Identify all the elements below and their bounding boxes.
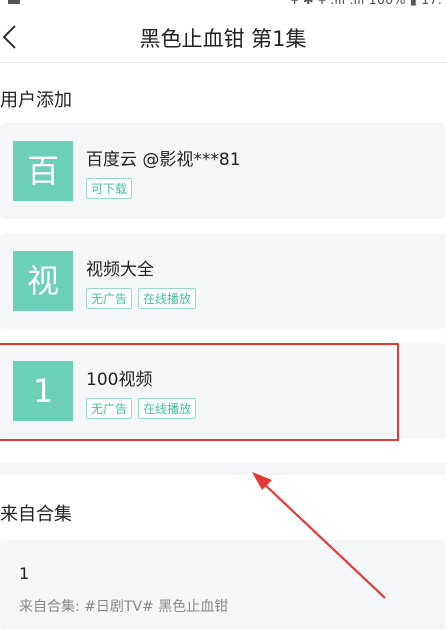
- tag-no-ads: 无广告: [86, 398, 133, 419]
- section-title-collection: 来自合集: [0, 504, 72, 525]
- section-title-user-added: 用户添加: [0, 90, 72, 111]
- source-name: 100视频: [86, 370, 153, 390]
- status-left-icon: [8, 0, 20, 4]
- header-bar: 黑色止血钳 第1集: [0, 12, 446, 62]
- source-name: 视频大全: [86, 260, 154, 280]
- tag-no-ads: 无广告: [86, 288, 133, 309]
- tag-downloadable: 可下载: [86, 178, 133, 199]
- section-divider: [0, 463, 446, 475]
- source-badge: 百: [13, 141, 73, 201]
- collection-item[interactable]: 1 来自合集: #日剧TV# 黑色止血钳: [0, 540, 446, 630]
- collection-subtitle: 来自合集: #日剧TV# 黑色止血钳: [19, 599, 229, 615]
- status-indicators: ¥ ✱ ¥ .ıll .ıll 100% ▮ 17:: [290, 0, 442, 8]
- tag-online-play: 在线播放: [138, 398, 197, 419]
- source-tags: 无广告 在线播放: [86, 398, 202, 419]
- source-badge: 1: [13, 361, 73, 421]
- tag-online-play: 在线播放: [138, 288, 197, 309]
- source-tags: 可下载: [86, 178, 138, 199]
- status-bar: ¥ ✱ ¥ .ıll .ıll 100% ▮ 17:: [0, 0, 446, 12]
- source-tags: 无广告 在线播放: [86, 288, 202, 309]
- collection-episode: 1: [19, 564, 30, 583]
- source-badge: 视: [13, 251, 73, 311]
- source-card-baiduyun[interactable]: 百 百度云 @影视***81 可下载: [0, 123, 446, 219]
- page-title: 黑色止血钳 第1集: [139, 27, 307, 51]
- header-divider: [0, 62, 446, 63]
- source-card-shipindaquan[interactable]: 视 视频大全 无广告 在线播放: [0, 233, 446, 329]
- source-card-100shipin[interactable]: 1 100视频 无广告 在线播放: [0, 343, 446, 439]
- source-name: 百度云 @影视***81: [86, 150, 241, 170]
